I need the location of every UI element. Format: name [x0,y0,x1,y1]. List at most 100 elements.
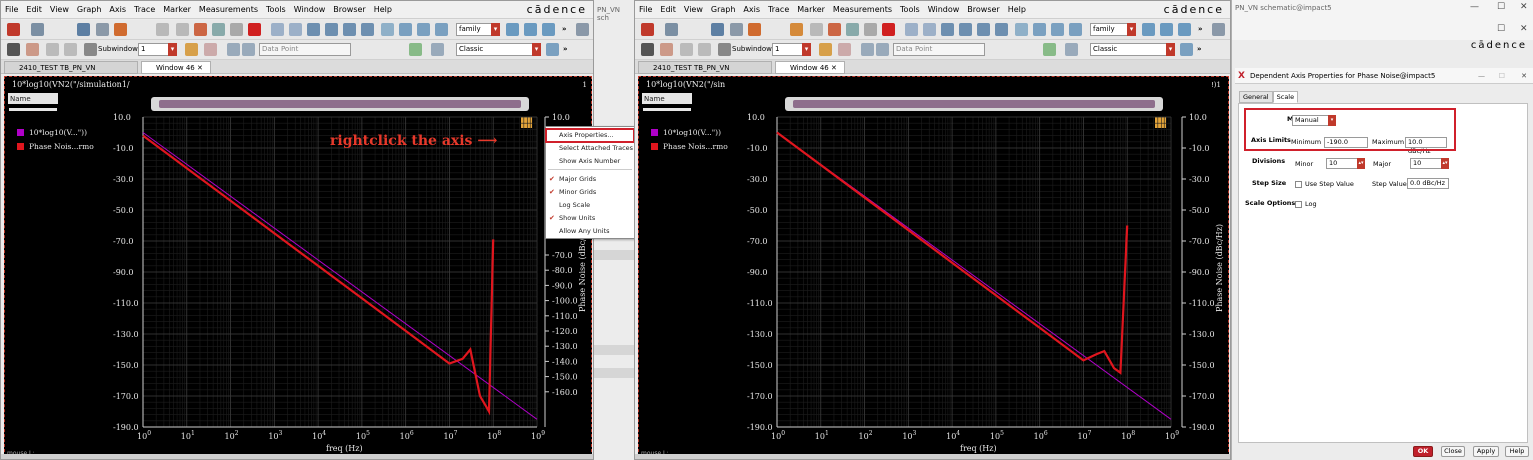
save-icon[interactable] [711,23,724,36]
overflow-chevron-icon-2[interactable]: » [1197,43,1202,56]
menu-help[interactable]: Help [370,1,396,19]
menu-marker[interactable]: Marker [159,1,195,19]
context-menu-item[interactable]: ✔ Minor Grids [546,186,634,199]
data-point-field[interactable]: Data Point [259,43,351,56]
zoom-in-icon[interactable] [941,23,954,36]
apply-button[interactable]: Apply [1473,446,1499,457]
table-icon[interactable] [576,23,589,36]
close-icon[interactable]: ✕ [1521,68,1527,84]
split-icon[interactable] [698,43,711,56]
split-icon[interactable] [64,43,77,56]
menu-tools[interactable]: Tools [896,1,924,19]
family-dropdown-arrow[interactable]: ▾ [491,23,500,36]
major-spinner[interactable]: ▴▾ [1441,158,1449,169]
print-icon[interactable] [730,23,743,36]
open-icon[interactable] [665,23,678,36]
menu-window[interactable]: Window [290,1,330,19]
graph-icon[interactable] [435,23,448,36]
tool-icon[interactable] [431,43,444,56]
subwindow-dropdown-arrow[interactable]: ▾ [802,43,811,56]
open-icon[interactable] [31,23,44,36]
lock-icon[interactable] [819,43,832,56]
triangle-icon[interactable] [1043,43,1056,56]
overflow-chevron-icon[interactable]: » [562,23,567,36]
marker-icon[interactable] [1051,23,1064,36]
subwindow-grid-icon[interactable] [718,43,731,56]
context-menu-item[interactable]: ✔ Major Grids [546,173,634,186]
classic-field[interactable]: Classic [1090,43,1174,56]
forward-icon[interactable] [242,43,255,56]
new-icon[interactable] [7,23,20,36]
cut-icon[interactable] [828,23,841,36]
close-icon[interactable]: ✕ [1520,24,1528,34]
strip-icon[interactable] [381,23,394,36]
lock-icon[interactable] [185,43,198,56]
stack-icon[interactable] [1160,23,1173,36]
menu-browser[interactable]: Browser [329,1,369,19]
zoom-x-icon[interactable] [343,23,356,36]
print-icon[interactable] [96,23,109,36]
context-menu-item[interactable]: Axis Properties... [545,128,635,143]
menu-trace[interactable]: Trace [764,1,793,19]
zoom-x-icon[interactable] [977,23,990,36]
tab-schematic[interactable]: 2410_TEST TB_PN_VN schematic [4,61,138,84]
minor-spinner[interactable]: ▴▾ [1357,158,1365,169]
menu-tools[interactable]: Tools [262,1,290,19]
context-menu-item[interactable]: Log Scale [546,199,634,212]
tab-window-46[interactable]: Window 46 ✕ [775,61,845,74]
zoom-out-icon[interactable] [325,23,338,36]
context-menu-item[interactable]: Show Axis Number [546,155,634,168]
redo-icon[interactable] [176,23,189,36]
classic-dropdown-arrow[interactable]: ▾ [1166,43,1175,56]
menu-file[interactable]: File [1,1,22,19]
overflow-chevron-icon[interactable]: » [1198,23,1203,36]
refresh-icon[interactable] [546,43,559,56]
menu-browser[interactable]: Browser [963,1,1003,19]
zoom-fit-icon[interactable] [905,23,918,36]
menu-axis[interactable]: Axis [739,1,764,19]
back-icon[interactable] [861,43,874,56]
tab-scale[interactable]: Scale [1272,91,1299,103]
strip-icon[interactable] [1015,23,1028,36]
brush-icon[interactable] [26,43,39,56]
overflow-chevron-icon-2[interactable]: » [563,43,568,56]
zoom-y-icon[interactable] [995,23,1008,36]
minimize-icon[interactable]: — [1470,2,1479,12]
plot-area[interactable]: Name 10*log10(VN2("/sin 1 10*log10(V...")) P… [638,76,1229,457]
copy-icon[interactable] [846,23,859,36]
cut-icon[interactable] [194,23,207,36]
maximize-icon[interactable]: ☐ [1497,2,1505,12]
help-button[interactable]: Help [1505,446,1529,457]
layout-icon[interactable] [1142,23,1155,36]
forward-icon[interactable] [876,43,889,56]
paste-icon[interactable] [230,23,243,36]
menu-trace[interactable]: Trace [130,1,159,19]
delete-icon[interactable] [882,23,895,36]
tab-window-46[interactable]: Window 46 ✕ [141,61,211,74]
camera-icon[interactable] [748,23,761,36]
save-icon[interactable] [77,23,90,36]
menu-view[interactable]: View [680,1,707,19]
subwindow-dropdown-arrow[interactable]: ▾ [168,43,177,56]
tab-general[interactable]: General [1239,91,1273,103]
paste-icon[interactable] [864,23,877,36]
zoom-out-icon[interactable] [959,23,972,36]
stack-icon[interactable] [524,23,537,36]
menu-help[interactable]: Help [1004,1,1030,19]
step-value-input[interactable]: 0.0 dBc/Hz [1407,178,1449,189]
maximize-icon[interactable]: ☐ [1499,68,1505,84]
menu-measurements[interactable]: Measurements [195,1,262,19]
context-menu-item[interactable]: Select Attached Traces [546,142,634,155]
undo-icon[interactable] [156,23,169,36]
zoom-fit-icon[interactable] [271,23,284,36]
camera-icon[interactable] [114,23,127,36]
back-icon[interactable] [227,43,240,56]
pin-icon[interactable] [838,43,851,56]
tab-schematic[interactable]: 2410_TEST TB_PN_VN schematic [638,61,772,84]
zoom-y-icon[interactable] [361,23,374,36]
grid-icon[interactable] [399,23,412,36]
plot-area[interactable]: Name 10*log10(VN2("/simulation1/1 10*log10… [4,76,592,457]
close-icon[interactable]: ✕ [1520,2,1528,12]
triangle-icon[interactable] [409,43,422,56]
restore-icon[interactable]: ☐ [1497,24,1505,34]
